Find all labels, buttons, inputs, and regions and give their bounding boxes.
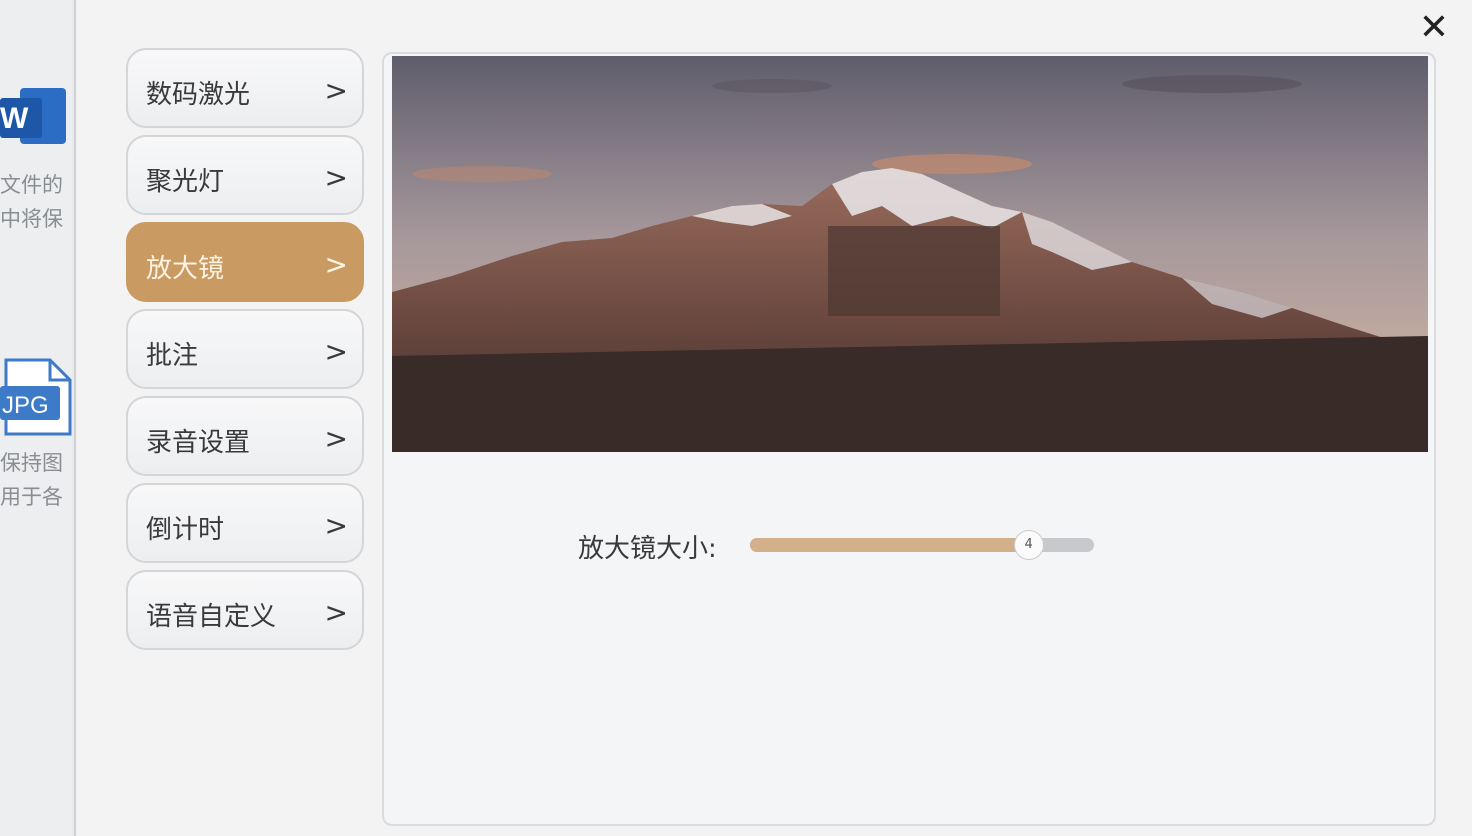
- word-file-caption: 文件的: [0, 173, 63, 197]
- menu-item-spotlight[interactable]: 聚光灯 >: [126, 135, 364, 215]
- magnifier-size-row: 放大镜大小: 4: [578, 524, 1118, 568]
- word-file-icon[interactable]: W: [0, 82, 68, 150]
- menu-item-annotation[interactable]: 批注 >: [126, 309, 364, 389]
- menu-item-magnifier[interactable]: 放大镜 >: [126, 222, 364, 302]
- menu-item-label: 录音设置: [146, 428, 251, 458]
- chevron-right-icon: >: [324, 335, 348, 368]
- menu-item-voice-custom[interactable]: 语音自定义 >: [126, 570, 364, 650]
- chevron-right-icon: >: [324, 509, 348, 542]
- magnifier-size-slider[interactable]: 4: [750, 530, 1094, 560]
- menu-item-label: 倒计时: [146, 515, 225, 545]
- chevron-right-icon: >: [324, 596, 348, 629]
- jpg-file-icon[interactable]: JPG: [0, 358, 72, 438]
- chevron-right-icon: >: [324, 248, 348, 281]
- word-file-caption-2: 中将保: [0, 207, 63, 231]
- menu-item-label: 聚光灯: [146, 167, 225, 197]
- chevron-right-icon: >: [324, 161, 348, 194]
- magnifier-size-label: 放大镜大小:: [578, 534, 717, 564]
- slider-fill: [750, 538, 1029, 552]
- svg-text:W: W: [0, 102, 29, 135]
- menu-item-digital-laser[interactable]: 数码激光 >: [126, 48, 364, 128]
- menu-item-label: 语音自定义: [146, 602, 277, 632]
- close-button[interactable]: ✕: [1412, 6, 1456, 50]
- desktop-background: W 文件的 中将保 JPG 保持图 用于各: [0, 0, 72, 836]
- jpg-file-caption-2: 用于各: [0, 485, 63, 509]
- settings-menu: 数码激光 > 聚光灯 > 放大镜 > 批注 > 录音设置 > 倒计时 > 语音自…: [126, 48, 364, 657]
- jpg-file-caption: 保持图: [0, 451, 63, 475]
- chevron-right-icon: >: [324, 74, 348, 107]
- menu-item-label: 批注: [146, 341, 199, 371]
- chevron-right-icon: >: [324, 422, 348, 455]
- mountain-landscape: [392, 56, 1428, 452]
- menu-item-label: 数码激光: [146, 80, 251, 110]
- magnifier-settings-panel: 放大镜大小: 4: [382, 52, 1436, 826]
- svg-text:JPG: JPG: [2, 392, 49, 419]
- magnifier-lens-overlay: [828, 226, 1000, 316]
- settings-window: ✕ 数码激光 > 聚光灯 > 放大镜 > 批注 > 录音设置 > 倒计时 > 语…: [74, 0, 1472, 836]
- magnifier-preview-image: [392, 56, 1428, 452]
- menu-item-countdown[interactable]: 倒计时 >: [126, 483, 364, 563]
- slider-thumb[interactable]: 4: [1013, 530, 1044, 560]
- menu-item-label: 放大镜: [146, 254, 225, 284]
- menu-item-recording-settings[interactable]: 录音设置 >: [126, 396, 364, 476]
